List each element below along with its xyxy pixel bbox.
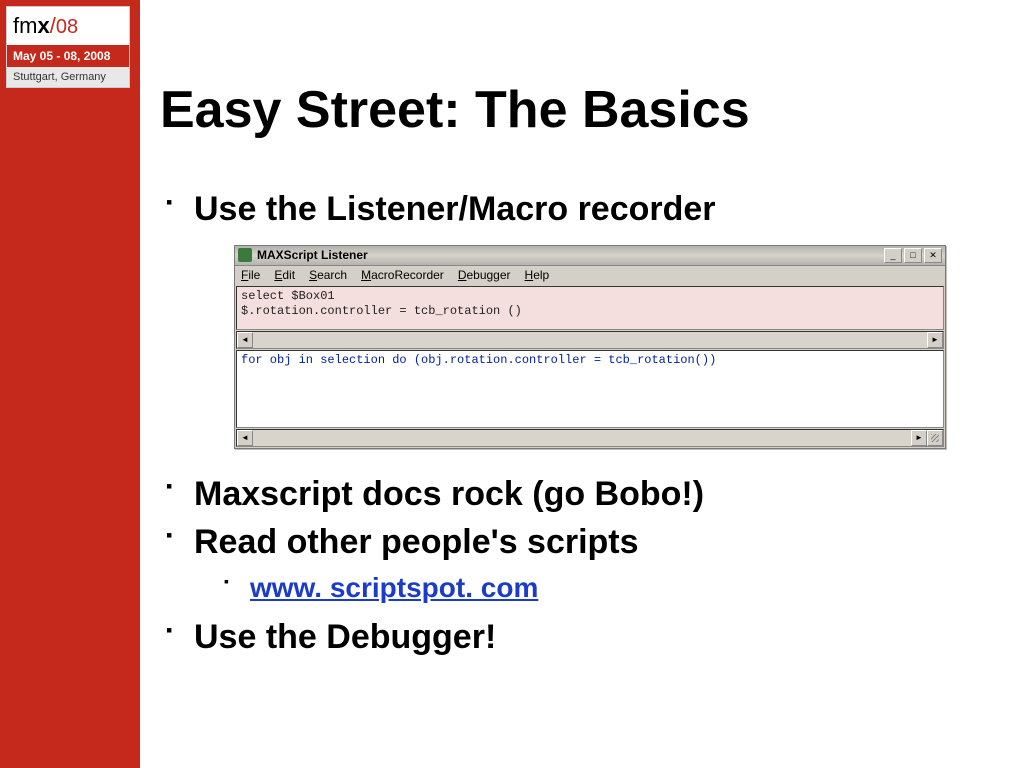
logo-dates: May 05 - 08, 2008 xyxy=(7,45,129,67)
menu-file[interactable]: File xyxy=(241,268,260,283)
scroll-left-icon[interactable]: ◄ xyxy=(237,430,253,446)
pink-pane-hscrollbar[interactable]: ◄ ► xyxy=(236,331,944,349)
maximize-button[interactable]: □ xyxy=(904,248,922,263)
scroll-left-icon[interactable]: ◄ xyxy=(237,332,253,348)
bullet-read-scripts-text: Read other people's scripts xyxy=(194,523,639,561)
bullet-list: Use the Listener/Macro recorder MAXScrip… xyxy=(160,188,990,658)
bullet-docs: Maxscript docs rock (go Bobo!) xyxy=(160,473,990,516)
bullet-read-scripts: Read other people's scripts www. scripts… xyxy=(160,521,990,606)
window-title: MAXScript Listener xyxy=(257,248,884,263)
window-menubar: File Edit Search MacroRecorder Debugger … xyxy=(235,266,945,285)
resize-grip-icon[interactable] xyxy=(927,430,943,446)
window-buttons: _ □ ✕ xyxy=(884,248,942,263)
logo-brand: fmx/08 xyxy=(7,7,129,45)
sub-bullet-scriptspot: www. scriptspot. com xyxy=(194,570,990,606)
listener-output-pane[interactable]: for obj in selection do (obj.rotation.co… xyxy=(236,350,944,428)
scroll-track[interactable] xyxy=(253,332,927,348)
maxscript-listener-window: MAXScript Listener _ □ ✕ File Edit Searc… xyxy=(234,245,946,449)
sub-bullet-list: www. scriptspot. com xyxy=(194,570,990,606)
minimize-button[interactable]: _ xyxy=(884,248,902,263)
code-line-3: for obj in selection do (obj.rotation.co… xyxy=(241,353,716,367)
slide-content: Easy Street: The Basics Use the Listener… xyxy=(160,80,990,664)
bullet-debugger-text: Use the Debugger! xyxy=(194,618,496,656)
menu-macrorecorder[interactable]: MacroRecorder xyxy=(361,268,444,283)
logo-brand-bold: x xyxy=(37,13,49,38)
window-titlebar: MAXScript Listener _ □ ✕ xyxy=(235,246,945,266)
bullet-docs-text: Maxscript docs rock (go Bobo!) xyxy=(194,475,704,513)
scriptspot-link[interactable]: www. scriptspot. com xyxy=(250,572,538,603)
menu-edit[interactable]: Edit xyxy=(274,268,295,283)
bullet-debugger: Use the Debugger! xyxy=(160,616,990,659)
logo-location: Stuttgart, Germany xyxy=(7,67,129,87)
event-logo: fmx/08 May 05 - 08, 2008 Stuttgart, Germ… xyxy=(6,6,130,88)
bullet-listener: Use the Listener/Macro recorder MAXScrip… xyxy=(160,188,990,449)
scroll-right-icon[interactable]: ► xyxy=(911,430,927,446)
sidebar-red-strip: fmx/08 May 05 - 08, 2008 Stuttgart, Germ… xyxy=(0,0,140,768)
menu-help[interactable]: Help xyxy=(525,268,550,283)
logo-year: 08 xyxy=(56,16,78,38)
bullet-listener-text: Use the Listener/Macro recorder xyxy=(194,190,716,228)
logo-brand-prefix: fm xyxy=(13,13,37,38)
scroll-right-icon[interactable]: ► xyxy=(927,332,943,348)
white-pane-hscrollbar[interactable]: ◄ ► xyxy=(236,429,944,447)
close-button[interactable]: ✕ xyxy=(924,248,942,263)
menu-search[interactable]: Search xyxy=(309,268,347,283)
scroll-track[interactable] xyxy=(253,430,911,446)
menu-debugger[interactable]: Debugger xyxy=(458,268,511,283)
macro-recorder-pane[interactable]: select $Box01 $.rotation.controller = tc… xyxy=(236,286,944,330)
code-line-1: select $Box01 xyxy=(241,289,335,303)
slide-title: Easy Street: The Basics xyxy=(160,80,990,140)
app-icon xyxy=(238,248,252,262)
code-line-2: $.rotation.controller = tcb_rotation () xyxy=(241,304,522,318)
